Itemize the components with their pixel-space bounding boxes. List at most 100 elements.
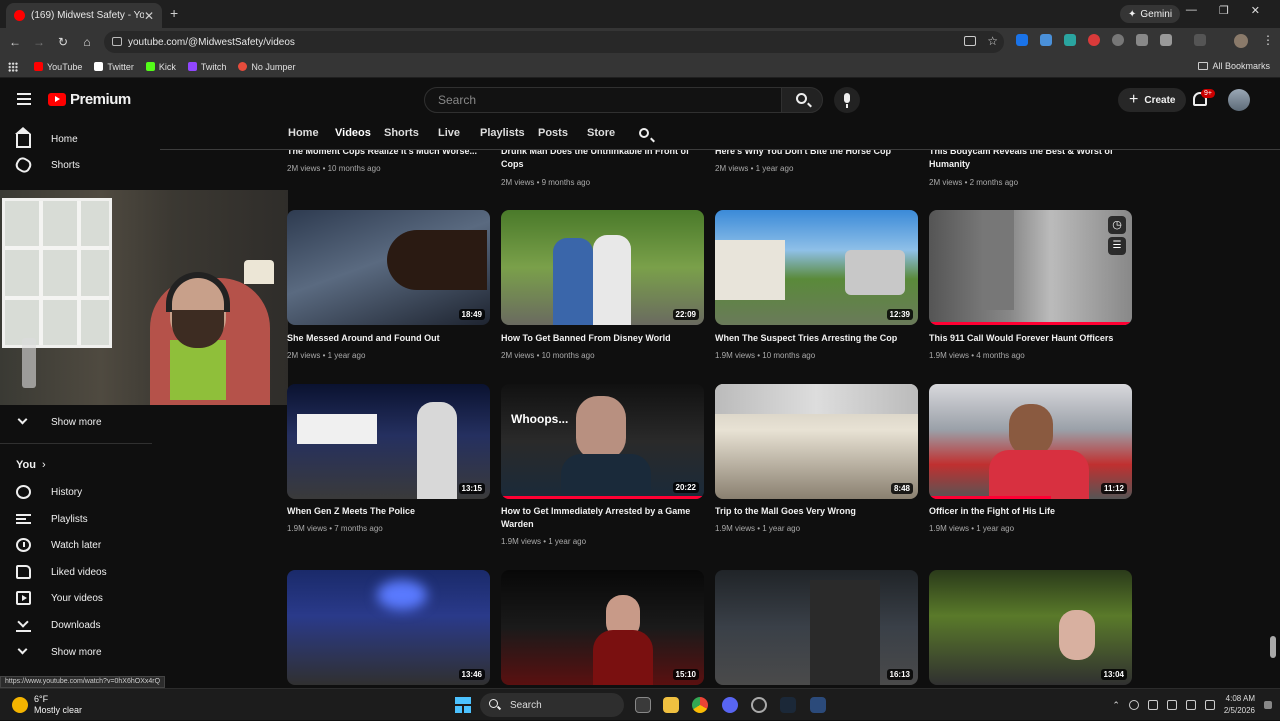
restore-icon[interactable]: ❐	[1219, 4, 1229, 17]
tab-posts[interactable]: Posts	[538, 127, 568, 139]
minimize-icon[interactable]: —	[1186, 4, 1197, 17]
create-button[interactable]: + Create	[1118, 88, 1187, 112]
taskbar-search[interactable]: Search	[480, 693, 624, 717]
video-title[interactable]: When Gen Z Meets The Police	[287, 505, 487, 518]
tab-shorts[interactable]: Shorts	[384, 127, 419, 139]
rsi-launcher-icon[interactable]	[810, 697, 826, 713]
install-icon[interactable]	[964, 36, 976, 46]
sidebar-item-watch-later[interactable]: Watch later	[16, 535, 101, 555]
chrome-icon[interactable]	[692, 697, 708, 713]
voice-search-icon[interactable]	[834, 87, 860, 113]
video-thumbnail[interactable]: Whoops... 20:22	[501, 384, 704, 499]
sidebar-item-your-videos[interactable]: Your videos	[16, 588, 103, 608]
puzzle-extensions-icon[interactable]	[1160, 34, 1172, 46]
bookmark-youtube[interactable]: YouTube	[34, 62, 82, 72]
reload-icon[interactable]: ↻	[51, 35, 75, 49]
video-thumbnail[interactable]: 15:10	[501, 570, 704, 685]
video-thumbnail[interactable]: 18:49	[287, 210, 490, 325]
all-bookmarks-button[interactable]: All Bookmarks	[1198, 61, 1270, 71]
video-title[interactable]: How to Get Immediately Arrested by a Gam…	[501, 505, 701, 531]
video-title[interactable]: When The Suspect Tries Arresting the Cop	[715, 332, 915, 345]
back-icon[interactable]: ←	[3, 35, 27, 49]
site-info-icon[interactable]	[112, 37, 122, 46]
chevron-up-icon[interactable]: ⌃	[1112, 700, 1120, 711]
extension-icon[interactable]	[1064, 34, 1076, 46]
video-thumbnail[interactable]: 13:46	[287, 570, 490, 685]
search-input[interactable]: Search	[424, 87, 782, 113]
extension-icon[interactable]	[1136, 34, 1148, 46]
sidebar-item-history[interactable]: History	[16, 482, 82, 502]
extension-icon[interactable]	[1112, 34, 1124, 46]
video-thumbnail[interactable]: 12:39	[715, 210, 918, 325]
volume-icon[interactable]	[1204, 700, 1215, 710]
tab-playlists[interactable]: Playlists	[480, 127, 525, 139]
sidebar-show-more[interactable]: Show more	[16, 412, 102, 432]
steam-icon[interactable]	[780, 697, 796, 713]
notification-center-icon[interactable]	[1264, 701, 1272, 709]
microphone-icon[interactable]	[1166, 700, 1177, 710]
sidebar-item-playlists[interactable]: Playlists	[16, 509, 88, 529]
sidebar-you-header[interactable]: You ›	[16, 459, 46, 471]
display-icon[interactable]	[1185, 700, 1196, 710]
home-button-icon[interactable]: ⌂	[75, 35, 99, 49]
profile-avatar[interactable]	[1234, 34, 1248, 48]
forward-icon[interactable]: →	[27, 35, 51, 49]
video-title[interactable]: Trip to the Mall Goes Very Wrong	[715, 505, 915, 518]
video-thumbnail[interactable]: 8:48	[715, 384, 918, 499]
extension-icon[interactable]	[1016, 34, 1028, 46]
page-scrollbar[interactable]	[1270, 636, 1276, 658]
duration-badge: 20:22	[672, 482, 699, 493]
clock[interactable]: 4:08 AM 2/5/2026	[1224, 693, 1255, 717]
bookmark-star-icon[interactable]: ☆	[987, 34, 998, 48]
channel-search-icon[interactable]	[639, 128, 649, 138]
apps-grid-icon[interactable]	[8, 61, 18, 72]
sidebar-item-shorts[interactable]: Shorts	[13, 155, 80, 175]
tab-home[interactable]: Home	[288, 127, 319, 139]
bookmark-kick[interactable]: Kick	[145, 62, 176, 72]
side-panel-icon[interactable]	[1194, 34, 1206, 46]
account-avatar[interactable]	[1228, 89, 1250, 111]
video-thumbnail[interactable]: ◷ ☰	[929, 210, 1132, 325]
gemini-button[interactable]: ✦ Gemini	[1120, 5, 1181, 23]
video-thumbnail[interactable]: 11:12	[929, 384, 1132, 499]
menu-icon[interactable]	[17, 93, 31, 105]
bookmark-twitter[interactable]: Twitter	[94, 62, 134, 72]
weather-widget[interactable]: 6°F Mostly clear	[12, 694, 82, 716]
sidebar-item-downloads[interactable]: Downloads	[16, 615, 100, 635]
video-thumbnail[interactable]: 13:04	[929, 570, 1132, 685]
extension-icon[interactable]	[1040, 34, 1052, 46]
tab-live[interactable]: Live	[438, 127, 460, 139]
bookmark-no-jumper[interactable]: No Jumper	[238, 62, 295, 72]
network-icon[interactable]	[1147, 700, 1158, 710]
video-thumbnail[interactable]: 13:15	[287, 384, 490, 499]
video-title[interactable]: She Messed Around and Found Out	[287, 332, 487, 345]
video-thumbnail[interactable]: 22:09	[501, 210, 704, 325]
search-button[interactable]	[781, 87, 823, 113]
sidebar-item-liked[interactable]: Liked videos	[16, 562, 107, 582]
task-view-icon[interactable]	[635, 697, 651, 713]
browser-menu-icon[interactable]: ⋮	[1262, 33, 1274, 47]
windows-start-icon[interactable]	[455, 697, 471, 713]
video-title[interactable]: Officer in the Fight of His Life	[929, 505, 1129, 518]
bookmark-label: Twitch	[200, 61, 227, 72]
close-tab-icon[interactable]: ✕	[144, 9, 154, 23]
close-window-icon[interactable]: ✕	[1251, 4, 1260, 17]
tab-store[interactable]: Store	[587, 127, 615, 139]
video-thumbnail[interactable]: 16:13	[715, 570, 918, 685]
sidebar-show-more-2[interactable]: Show more	[16, 642, 102, 662]
bookmark-twitch[interactable]: Twitch	[187, 61, 227, 72]
video-title[interactable]: How To Get Banned From Disney World	[501, 332, 701, 345]
onedrive-icon[interactable]	[1128, 700, 1139, 710]
add-to-queue-icon[interactable]: ☰	[1108, 237, 1126, 255]
url-bar[interactable]: youtube.com/@MidwestSafety/videos ☆	[104, 31, 1004, 53]
browser-tab[interactable]: (169) Midwest Safety - YouTube ✕	[6, 3, 162, 28]
video-title[interactable]: This 911 Call Would Forever Haunt Office…	[929, 332, 1129, 345]
watch-later-icon[interactable]: ◷	[1108, 216, 1126, 234]
tab-videos[interactable]: Videos	[335, 127, 371, 139]
app-icon[interactable]	[751, 697, 767, 713]
file-explorer-icon[interactable]	[663, 697, 679, 713]
new-tab-button[interactable]: +	[170, 5, 178, 21]
extension-icon[interactable]	[1088, 34, 1100, 46]
youtube-logo[interactable]: Premium	[48, 91, 131, 108]
discord-icon[interactable]	[722, 697, 738, 713]
